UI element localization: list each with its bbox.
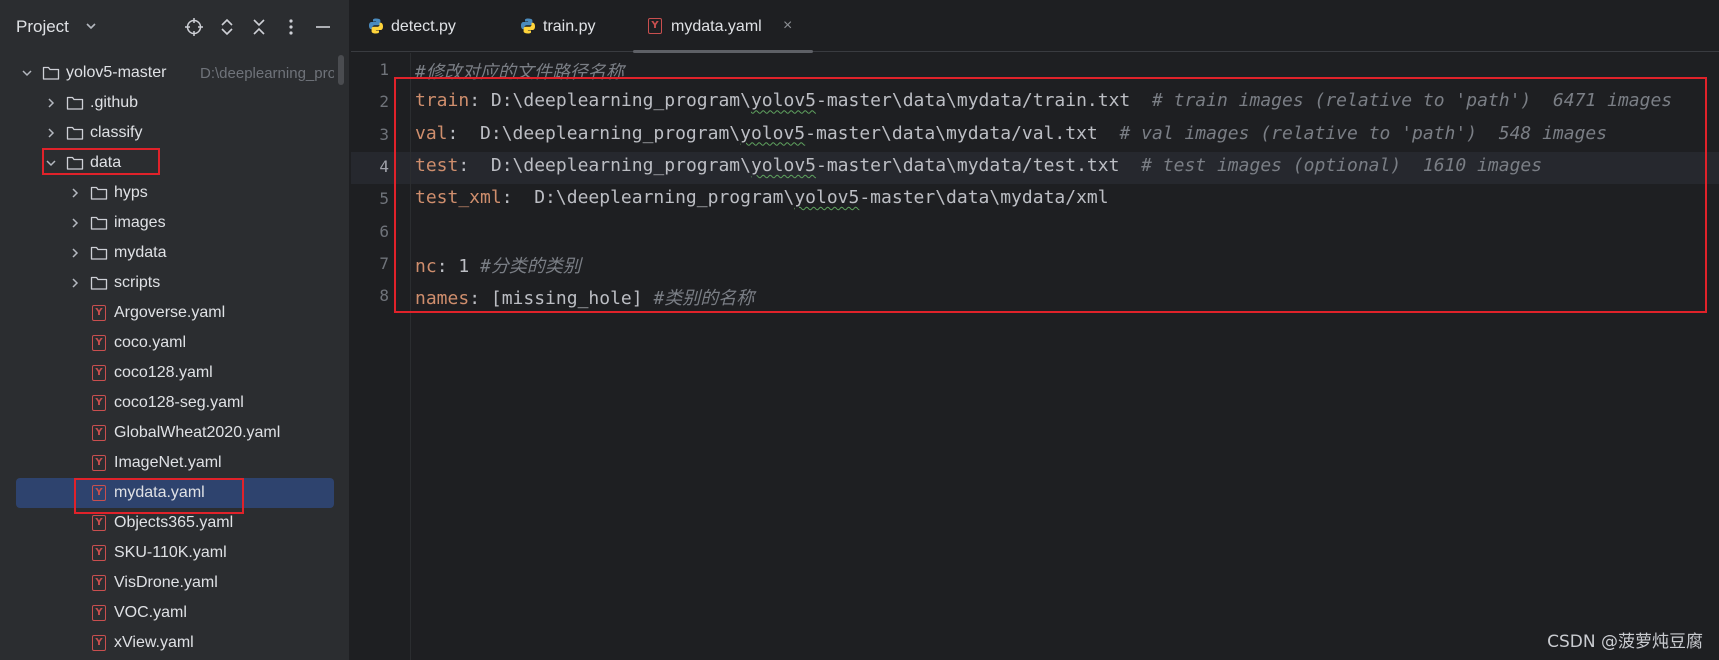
editor-tab-bar: detect.py train.py Ymydata.yaml × <box>351 0 1719 53</box>
line-number: 6 <box>379 221 389 241</box>
yaml-file-icon: Y <box>90 544 108 562</box>
minimize-icon[interactable] <box>313 17 333 37</box>
tree-item-label: VisDrone.yaml <box>114 574 218 591</box>
yaml-file-icon: Y <box>90 424 108 442</box>
tree-item-label: SKU-110K.yaml <box>114 544 227 561</box>
tree-item-visdrone-yaml[interactable]: Y VisDrone.yaml <box>16 568 334 598</box>
chevron-right-icon[interactable] <box>44 96 58 110</box>
tree-item-label: yolov5-master <box>66 64 167 81</box>
tree-item-imagenet-yaml[interactable]: Y ImageNet.yaml <box>16 448 334 478</box>
close-tab-icon[interactable]: × <box>783 17 792 35</box>
annotation-box-mydata-yaml <box>74 478 244 514</box>
tree-item-label: mydata <box>114 244 167 261</box>
line-number: 8 <box>379 286 389 306</box>
folder-icon <box>90 184 108 202</box>
line-number: 4 <box>379 156 389 176</box>
tree-item-sku-110k-yaml[interactable]: Y SKU-110K.yaml <box>16 538 334 568</box>
tab-label: detect.py <box>391 18 456 35</box>
expand-collapse-icon[interactable] <box>217 17 237 37</box>
folder-icon <box>90 214 108 232</box>
line-number: 3 <box>379 124 389 144</box>
tree-item-label: classify <box>90 124 143 141</box>
tree-item-label: coco128.yaml <box>114 364 213 381</box>
locate-icon[interactable] <box>184 17 204 37</box>
yaml-file-icon: Y <box>90 364 108 382</box>
tab-detect-py[interactable]: detect.py <box>367 0 487 52</box>
tab-train-py[interactable]: train.py <box>519 0 639 52</box>
watermark: CSDN @菠萝炖豆腐 <box>1547 632 1703 652</box>
folder-icon <box>66 124 84 142</box>
tree-item-voc-yaml[interactable]: Y VOC.yaml <box>16 598 334 628</box>
tab-mydata-yaml[interactable]: Ymydata.yaml × <box>633 0 813 53</box>
tree-item-label: GlobalWheat2020.yaml <box>114 424 281 441</box>
project-panel-header: Project <box>0 0 350 56</box>
tab-label: train.py <box>543 18 596 35</box>
tree-item-classify[interactable]: classify <box>16 118 334 148</box>
tree-item-label: Objects365.yaml <box>114 514 234 531</box>
tree-item-label: images <box>114 214 166 231</box>
yaml-file-icon: Y <box>90 304 108 322</box>
tree-item-github[interactable]: .github <box>16 88 334 118</box>
tree-item-yolov5-master[interactable]: yolov5-master D:\deeplearning_program\yol… <box>16 58 334 88</box>
chevron-right-icon[interactable] <box>68 276 82 290</box>
tree-item-xview-yaml[interactable]: YxView.yaml <box>16 628 334 658</box>
folder-icon <box>66 94 84 112</box>
chevron-down-icon[interactable] <box>20 66 34 80</box>
tree-item-scripts[interactable]: scripts <box>16 268 334 298</box>
tree-item-globalwheat2020-yaml[interactable]: Y GlobalWheat2020.yaml <box>16 418 334 448</box>
line-number: 5 <box>379 189 389 209</box>
project-tool-window: Project yolov5-master D:\deeplearning_pro… <box>0 0 350 660</box>
python-icon <box>519 17 537 35</box>
line-number: 7 <box>379 253 389 273</box>
yaml-icon: Y <box>647 17 665 35</box>
tree-item-coco-yaml[interactable]: Ycoco.yaml <box>16 328 334 358</box>
tree-item-argoverse-yaml[interactable]: Y Argoverse.yaml <box>16 298 334 328</box>
tree-item-label: .github <box>90 94 139 111</box>
tree-item-label: ImageNet.yaml <box>114 454 222 471</box>
tree-scrollbar-thumb[interactable] <box>338 55 344 85</box>
line-number: 1 <box>379 60 389 79</box>
tree-item-label: hyps <box>114 184 148 201</box>
yaml-file-icon: Y <box>90 454 108 472</box>
close-all-icon[interactable] <box>249 17 269 37</box>
tree-item-images[interactable]: images <box>16 208 334 238</box>
yaml-file-icon: Y <box>90 634 108 652</box>
folder-icon <box>42 64 60 82</box>
yaml-file-icon: Y <box>90 604 108 622</box>
tree-item-coco128-seg-yaml[interactable]: Ycoco128-seg.yaml <box>16 388 334 418</box>
yaml-file-icon: Y <box>90 514 108 532</box>
more-options-icon[interactable] <box>281 17 301 37</box>
chevron-right-icon[interactable] <box>68 186 82 200</box>
tree-item-label: Argoverse.yaml <box>114 304 226 321</box>
python-icon <box>367 17 385 35</box>
project-panel-title[interactable]: Project <box>16 17 69 37</box>
yaml-file-icon: Y <box>90 574 108 592</box>
annotation-box-code <box>394 77 1707 313</box>
tree-item-hyps[interactable]: hyps <box>16 178 334 208</box>
chevron-right-icon[interactable] <box>44 126 58 140</box>
tab-label: mydata.yaml <box>671 18 762 35</box>
line-number: 2 <box>379 92 389 112</box>
tree-item-label: xView.yaml <box>114 634 194 651</box>
folder-icon <box>90 244 108 262</box>
tree-item-label: scripts <box>114 274 161 291</box>
yaml-file-icon: Y <box>90 394 108 412</box>
tree-item-label: coco.yaml <box>114 334 187 351</box>
project-path: D:\deeplearning_program\yolov5-master <box>200 65 334 82</box>
tree-item-label: coco128-seg.yaml <box>114 394 244 411</box>
chevron-right-icon[interactable] <box>68 246 82 260</box>
chevron-right-icon[interactable] <box>68 216 82 230</box>
chevron-down-icon[interactable] <box>84 19 98 33</box>
tree-item-label: VOC.yaml <box>114 604 187 621</box>
folder-icon <box>90 274 108 292</box>
yaml-file-icon: Y <box>90 334 108 352</box>
tree-item-mydata[interactable]: mydata <box>16 238 334 268</box>
tree-item-coco128-yaml[interactable]: Ycoco128.yaml <box>16 358 334 388</box>
annotation-box-data-folder <box>42 148 160 175</box>
